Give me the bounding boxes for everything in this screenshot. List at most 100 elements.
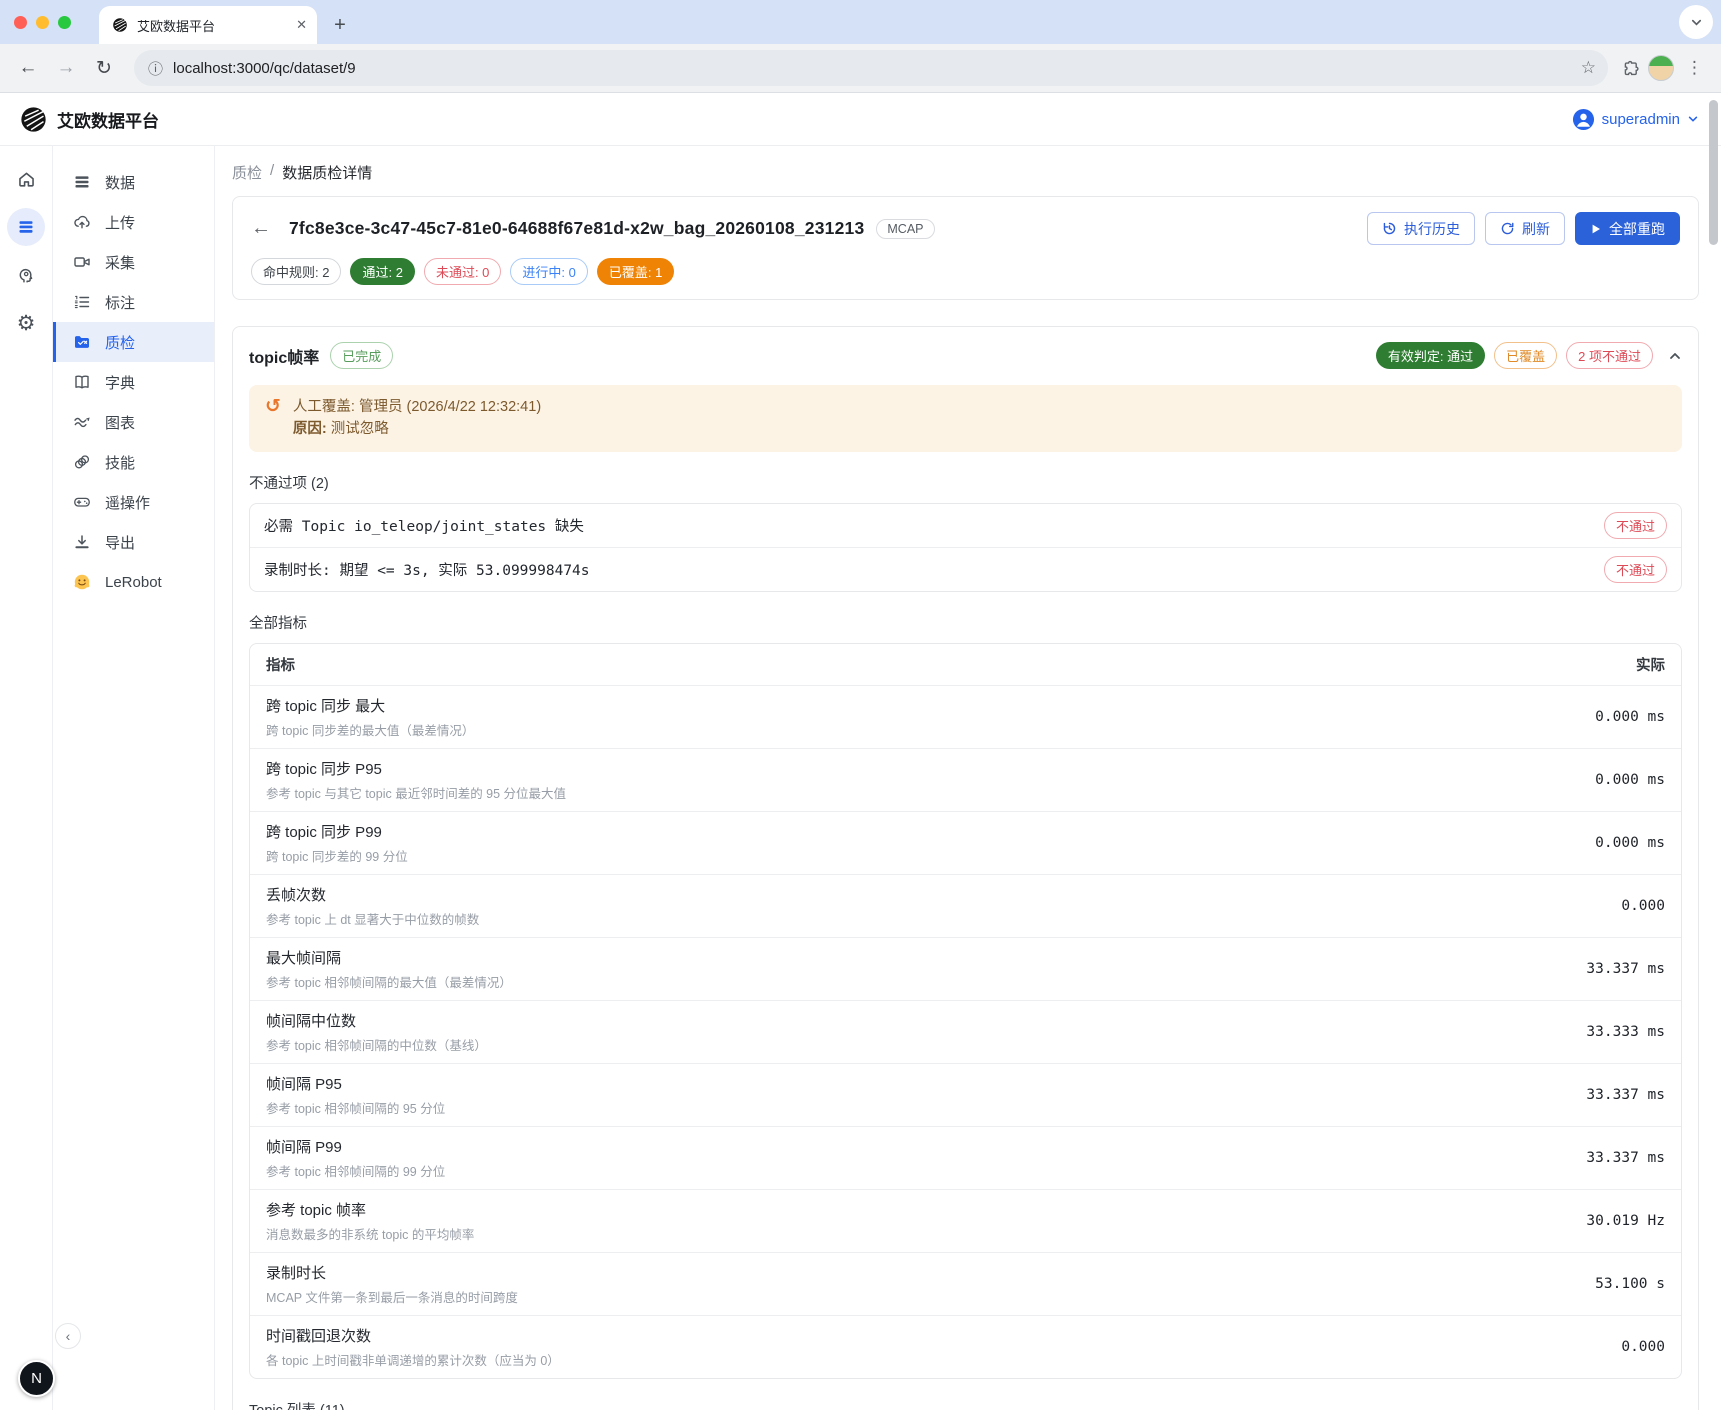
metric-row: 跨 topic 同步 最大跨 topic 同步差的最大值（最差情况）0.000 … <box>250 685 1681 748</box>
failed-item: 必需 Topic io_teleop/joint_states 缺失 不通过 <box>250 504 1681 547</box>
extensions-icon[interactable] <box>1622 58 1642 78</box>
sidebar-collapse-button[interactable]: ‹ <box>55 1323 81 1349</box>
rule-status-badge: 已完成 <box>330 342 393 369</box>
sidebar-item-skills[interactable]: 技能 <box>53 442 214 482</box>
download-icon <box>73 533 92 552</box>
rules-hit-badge: 命中规则: 2 <box>251 258 341 285</box>
floating-n-button[interactable]: N <box>18 1360 55 1397</box>
sidebar-menu: 数据 上传 采集 标注 质检 字典 图表 技能 <box>53 146 215 1410</box>
failed-items-list: 必需 Topic io_teleop/joint_states 缺失 不通过 录… <box>249 503 1682 592</box>
home-icon <box>17 170 36 189</box>
refresh-button[interactable]: 刷新 <box>1485 212 1565 245</box>
rows-icon <box>73 173 92 192</box>
new-tab-button[interactable]: + <box>325 10 355 40</box>
video-camera-icon <box>73 253 92 272</box>
hugging-face-icon <box>73 573 92 592</box>
window-controls[interactable] <box>0 0 85 44</box>
covered-badge: 已覆盖: 1 <box>597 258 674 285</box>
url-bar[interactable]: ⓘ localhost:3000/qc/dataset/9 ☆ <box>134 50 1608 86</box>
rail-settings-button[interactable]: ⚙ <box>7 304 45 342</box>
metric-row: 最大帧间隔参考 topic 相邻帧间隔的最大值（最差情况）33.337 ms <box>250 937 1681 1000</box>
username: superadmin <box>1602 111 1680 128</box>
metric-row: 丢帧次数参考 topic 上 dt 显著大于中位数的帧数0.000 <box>250 874 1681 937</box>
sidebar-item-qc[interactable]: 质检 <box>53 322 214 362</box>
page-scrollbar[interactable] <box>1709 100 1718 245</box>
breadcrumb: 质检 / 数据质检详情 <box>232 162 1699 183</box>
user-avatar-icon <box>1572 108 1595 131</box>
coins-icon <box>73 453 92 472</box>
sidebar-item-export[interactable]: 导出 <box>53 522 214 562</box>
fail-badge: 不通过 <box>1604 512 1667 539</box>
breadcrumb-current: 数据质检详情 <box>282 162 372 183</box>
sidebar-item-collect[interactable]: 采集 <box>53 242 214 282</box>
sidebar-item-upload[interactable]: 上传 <box>53 202 214 242</box>
back-icon[interactable]: ← <box>12 52 44 84</box>
metric-row: 跨 topic 同步 P99跨 topic 同步差的 99 分位0.000 ms <box>250 811 1681 874</box>
sidebar-item-teleop[interactable]: 遥操作 <box>53 482 214 522</box>
rule-section-card: topic帧率 已完成 有效判定: 通过 已覆盖 2 项不通过 ↺ 人工覆盖: … <box>232 326 1699 1410</box>
refresh-icon <box>1500 221 1515 236</box>
browser-profile-avatar[interactable] <box>1648 55 1674 81</box>
cloud-upload-icon <box>73 213 92 232</box>
metrics-table: 指标 实际 跨 topic 同步 最大跨 topic 同步差的最大值（最差情况）… <box>249 643 1682 1379</box>
site-favicon <box>112 17 128 33</box>
rule-title: topic帧率 <box>249 344 319 368</box>
metric-row: 帧间隔中位数参考 topic 相邻帧间隔的中位数（基线）33.333 ms <box>250 1000 1681 1063</box>
gamepad-icon <box>73 493 92 512</box>
verdict-badge: 有效判定: 通过 <box>1376 342 1485 369</box>
maximize-window-button[interactable] <box>58 16 71 29</box>
browser-menu-icon[interactable]: ⋮ <box>1680 58 1709 78</box>
dataset-header-card: ← 7fc8e3ce-3c47-45c7-81e0-64688f67e81d-x… <box>232 196 1699 300</box>
sidebar-item-annotate[interactable]: 标注 <box>53 282 214 322</box>
override-badge: 已覆盖 <box>1494 342 1557 369</box>
tab-search-chevron-icon[interactable] <box>1679 5 1713 39</box>
forward-icon[interactable]: → <box>50 52 82 84</box>
rail-ai-button[interactable] <box>7 256 45 294</box>
breadcrumb-parent[interactable]: 质检 <box>232 162 262 183</box>
running-badge: 进行中: 0 <box>510 258 587 285</box>
main-content: 质检 / 数据质检详情 ← 7fc8e3ce-3c47-45c7-81e0-64… <box>215 146 1721 1410</box>
back-button[interactable]: ← <box>251 217 277 240</box>
tab-close-icon[interactable]: ✕ <box>296 17 307 33</box>
history-icon <box>1382 221 1397 236</box>
rail-datasets-button[interactable] <box>7 208 45 246</box>
site-info-icon[interactable]: ⓘ <box>148 58 163 79</box>
brand-title: 艾欧数据平台 <box>57 107 159 132</box>
fail-count-badge: 2 项不通过 <box>1566 342 1653 369</box>
browser-tabstrip: 艾欧数据平台 ✕ + <box>0 0 1721 44</box>
sidebar-item-charts[interactable]: 图表 <box>53 402 214 442</box>
reload-icon[interactable]: ↻ <box>88 52 120 84</box>
override-line: 人工覆盖: 管理员 (2026/4/22 12:32:41) <box>293 396 541 418</box>
minimize-window-button[interactable] <box>36 16 49 29</box>
passed-badge: 通过: 2 <box>350 258 414 285</box>
failed-items-title: 不通过项 (2) <box>249 472 1682 493</box>
sidebar-item-dictionary[interactable]: 字典 <box>53 362 214 402</box>
close-window-button[interactable] <box>14 16 27 29</box>
sidebar-item-data[interactable]: 数据 <box>53 162 214 202</box>
dataset-title: 7fc8e3ce-3c47-45c7-81e0-64688f67e81d-x2w… <box>289 218 864 239</box>
metric-row: 跨 topic 同步 P95参考 topic 与其它 topic 最近邻时间差的… <box>250 748 1681 811</box>
manual-override-notice: ↺ 人工覆盖: 管理员 (2026/4/22 12:32:41) 原因: 测试忽… <box>249 385 1682 452</box>
browser-tab[interactable]: 艾欧数据平台 ✕ <box>99 6 317 44</box>
url-text[interactable]: localhost:3000/qc/dataset/9 <box>173 60 1571 77</box>
format-badge: MCAP <box>876 219 934 239</box>
metrics-title: 全部指标 <box>249 612 1682 633</box>
folder-check-icon <box>73 333 92 352</box>
fail-badge: 不通过 <box>1604 556 1667 583</box>
browser-toolbar: ← → ↻ ⓘ localhost:3000/qc/dataset/9 ☆ ⋮ <box>0 44 1721 93</box>
ai-head-icon <box>17 266 36 285</box>
metric-row: 帧间隔 P99参考 topic 相邻帧间隔的 99 分位33.337 ms <box>250 1126 1681 1189</box>
sidebar-item-lerobot[interactable]: LeRobot <box>53 562 214 602</box>
history-button[interactable]: 执行历史 <box>1367 212 1475 245</box>
rerun-all-button[interactable]: 全部重跑 <box>1575 212 1680 245</box>
user-menu[interactable]: superadmin <box>1572 108 1699 131</box>
rail-home-button[interactable] <box>7 160 45 198</box>
metric-row: 时间戳回退次数各 topic 上时间戳非单调递增的累计次数（应当为 0）0.00… <box>250 1315 1681 1378</box>
metric-row: 录制时长MCAP 文件第一条到最后一条消息的时间跨度53.100 s <box>250 1252 1681 1315</box>
wave-chart-icon <box>73 413 92 432</box>
metric-row: 帧间隔 P95参考 topic 相邻帧间隔的 95 分位33.337 ms <box>250 1063 1681 1126</box>
bookmark-star-icon[interactable]: ☆ <box>1581 58 1596 78</box>
collapse-section-chevron-icon[interactable] <box>1668 349 1682 363</box>
metric-row: 参考 topic 帧率消息数最多的非系统 topic 的平均帧率30.019 H… <box>250 1189 1681 1252</box>
user-menu-chevron-icon <box>1687 113 1699 125</box>
